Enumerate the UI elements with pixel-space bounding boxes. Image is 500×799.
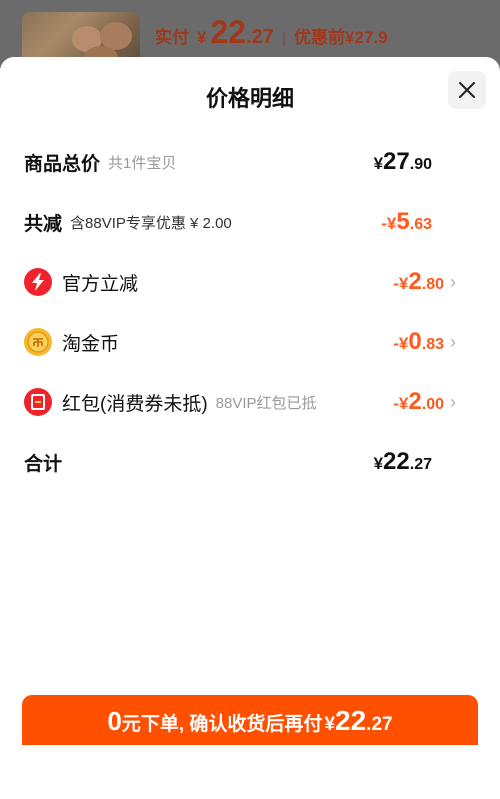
taojinbi-amount: -¥ 0.83 › — [393, 328, 456, 355]
pay-amount-dec: .27 — [246, 26, 274, 48]
original-label: 优惠前 — [294, 28, 346, 47]
total-discount-label: 共减 — [24, 213, 63, 235]
row-total-discount: 共减 含88VIP专享优惠 ¥ 2.00 -¥ 5.63 — [24, 202, 476, 242]
chevron-right-icon: › — [450, 391, 456, 412]
chevron-right-icon: › — [450, 271, 456, 292]
row-grand-total: 合计 ¥22.27 — [24, 442, 476, 482]
red-envelope-icon — [24, 388, 52, 416]
background-price-summary: 实付 ¥ 22 .27 | 优惠前 ¥27.9 — [155, 14, 388, 51]
order-now-pay-later-button[interactable]: 0 元下单, 确认收货后再付 ¥ 22 .27 — [22, 695, 478, 745]
item-total-amount: ¥27.90 — [373, 148, 432, 175]
close-button[interactable] — [448, 71, 486, 109]
vip-red-envelope-note: 88VIP红包已抵 — [215, 394, 317, 412]
pay-amount-int: 22 — [210, 14, 247, 50]
red-envelope-amount: -¥ 2.00 › — [393, 388, 456, 415]
official-discount-label: 官方立减 — [62, 273, 139, 295]
cta-text: 元下单, 确认收货后再付 — [121, 714, 323, 735]
item-count-text: 共1件宝贝 — [108, 154, 177, 172]
original-price: ¥27.9 — [345, 28, 388, 47]
row-item-total: 商品总价 共1件宝贝 ¥27.90 — [24, 142, 476, 182]
price-separator: | — [281, 30, 287, 47]
official-discount-amount: -¥ 2.80 › — [393, 268, 456, 295]
red-envelope-label: 红包(消费券未抵) — [62, 393, 208, 415]
grand-total-label: 合计 — [24, 453, 63, 475]
coin-icon — [24, 328, 52, 356]
item-total-label: 商品总价 — [24, 153, 101, 175]
row-official-discount[interactable]: 官方立减 -¥ 2.80 › — [24, 262, 476, 302]
row-taojinbi[interactable]: 淘金币 -¥ 0.83 › — [24, 322, 476, 362]
pay-label: 实付 — [155, 28, 189, 47]
close-icon — [459, 82, 475, 98]
lightning-icon — [24, 268, 52, 296]
total-discount-amount: -¥ 5.63 — [381, 208, 432, 235]
taojinbi-label: 淘金币 — [62, 333, 120, 355]
price-detail-sheet: 价格明细 商品总价 共1件宝贝 ¥27.90 共减 含88VIP专享优惠 ¥ 2… — [0, 57, 500, 799]
pay-currency: ¥ — [197, 28, 207, 47]
grand-total-amount: ¥22.27 — [373, 448, 432, 475]
row-red-envelope[interactable]: 红包(消费券未抵) 88VIP红包已抵 -¥ 2.00 › — [24, 382, 476, 422]
chevron-right-icon: › — [450, 331, 456, 352]
sheet-title: 价格明细 — [205, 86, 294, 111]
vip-discount-text: 含88VIP专享优惠 ¥ 2.00 — [70, 214, 232, 232]
